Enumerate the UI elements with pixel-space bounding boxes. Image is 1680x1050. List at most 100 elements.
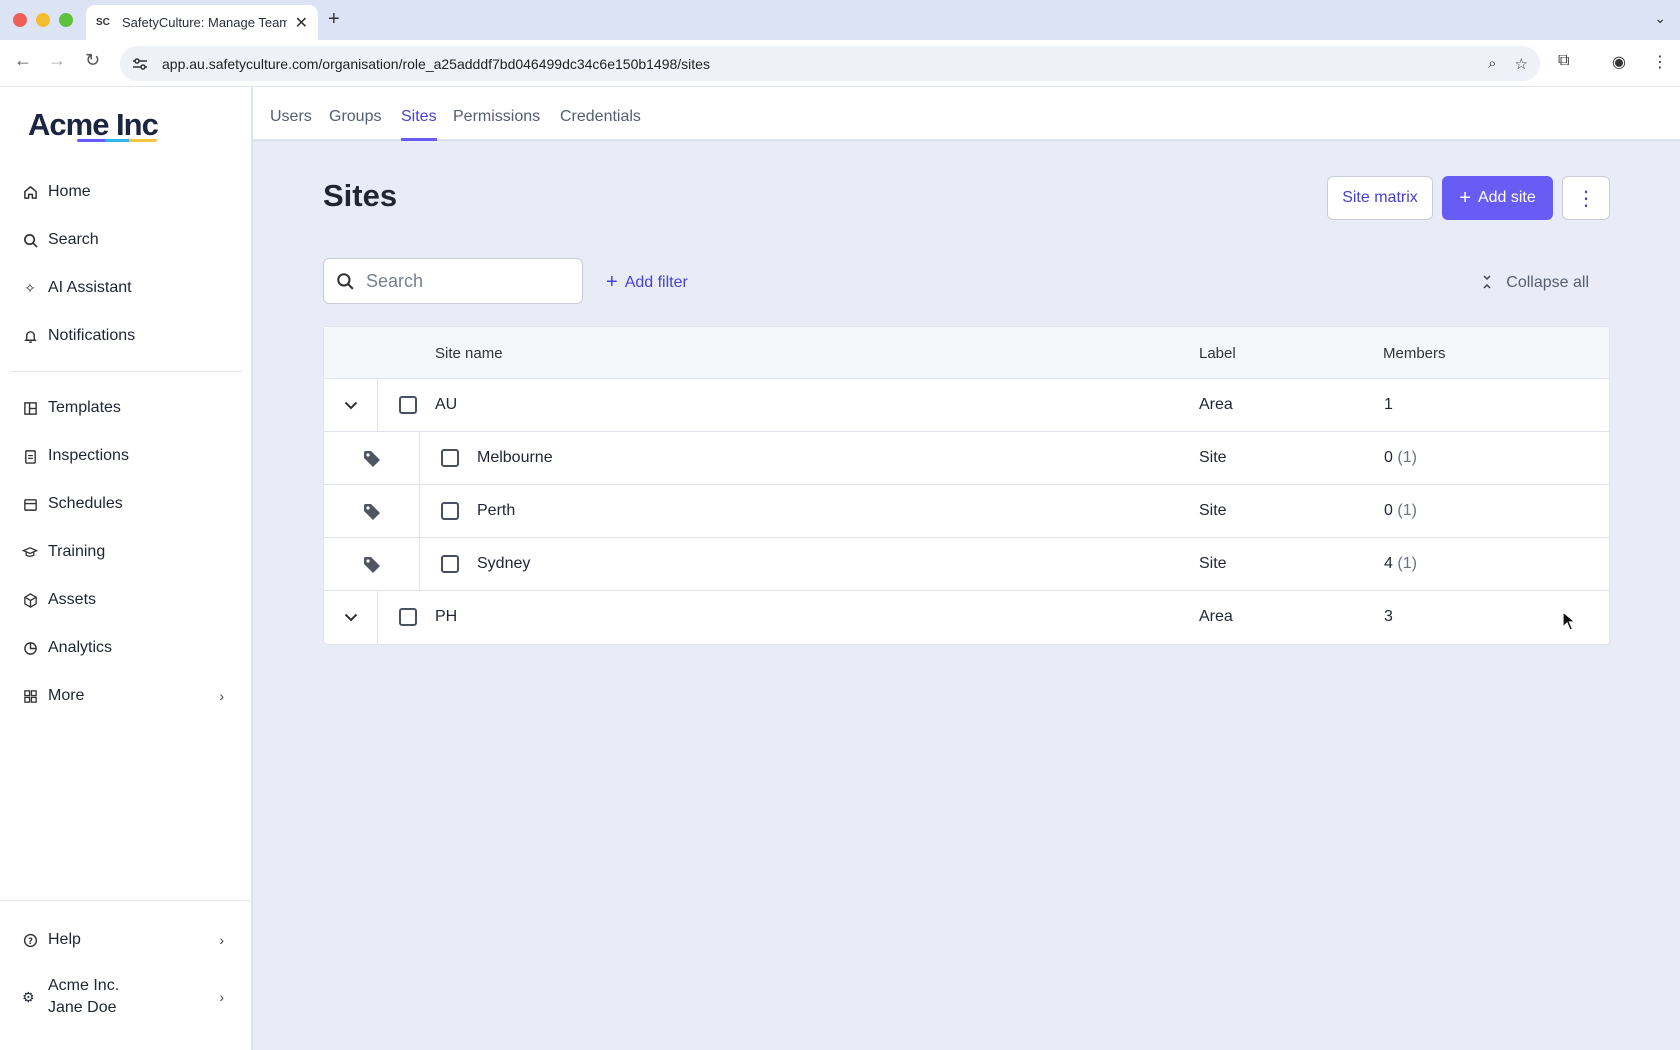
- sidebar-divider: [0, 900, 252, 901]
- browser-tab[interactable]: SC SafetyCulture: Manage Teams ✕: [86, 5, 318, 40]
- sidebar-item-schedules[interactable]: Schedules: [22, 489, 232, 519]
- more-options-button[interactable]: ⋮: [1562, 176, 1610, 220]
- add-filter-label: Add filter: [624, 273, 688, 291]
- sidebar-item-notifications[interactable]: Notifications: [22, 321, 232, 351]
- search-icon: [22, 232, 38, 248]
- expand-chevron-icon[interactable]: [324, 379, 378, 432]
- sidebar-item-training[interactable]: Training: [22, 537, 232, 567]
- sidebar-item-help[interactable]: ? Help ›: [22, 925, 232, 955]
- plus-icon: +: [606, 271, 618, 293]
- sidebar-item-more[interactable]: More ›: [22, 681, 232, 711]
- logo[interactable]: Acme Inc: [28, 107, 159, 143]
- site-matrix-button[interactable]: Site matrix: [1327, 176, 1433, 220]
- chevron-right-icon: ›: [219, 989, 224, 1005]
- members-count: 1: [1384, 396, 1393, 413]
- site-label: Site: [1199, 555, 1227, 572]
- tab-search-icon[interactable]: ⌄: [1654, 10, 1666, 27]
- reload-icon[interactable]: ↻: [85, 50, 100, 71]
- row-checkbox[interactable]: [441, 449, 459, 467]
- forward-icon[interactable]: →: [48, 50, 66, 71]
- sidebar-item-assets[interactable]: Assets: [22, 585, 232, 615]
- main-content: Sites Site matrix + Add site ⋮ + Add fil…: [253, 141, 1680, 1050]
- search-icon: [337, 273, 354, 290]
- site-label: Site: [1199, 449, 1227, 466]
- extensions-icon[interactable]: ⧉: [1558, 52, 1569, 70]
- new-tab-icon[interactable]: +: [328, 8, 340, 31]
- sidebar-item-templates[interactable]: Templates: [22, 393, 232, 423]
- row-checkbox[interactable]: [399, 608, 417, 626]
- table-row[interactable]: Sydney Site 4 (1): [324, 538, 1609, 591]
- search-field[interactable]: [323, 258, 583, 304]
- site-info-icon[interactable]: [132, 57, 148, 71]
- site-name[interactable]: AU: [435, 396, 457, 414]
- team-tabs: Users Groups Sites Permissions Credentia…: [253, 87, 1680, 141]
- sidebar-item-ai-assistant[interactable]: ✧ AI Assistant: [22, 273, 232, 303]
- column-header-site-name[interactable]: Site name: [435, 345, 503, 362]
- tab-sites[interactable]: Sites: [401, 108, 437, 141]
- kebab-menu-icon: ⋮: [1576, 187, 1596, 210]
- pie-chart-icon: [22, 640, 38, 656]
- sidebar-item-analytics[interactable]: Analytics: [22, 633, 232, 663]
- table-row[interactable]: Melbourne Site 0 (1): [324, 432, 1609, 485]
- help-icon: ?: [22, 932, 38, 948]
- column-header-members: Members: [1383, 345, 1446, 362]
- site-name[interactable]: Perth: [477, 502, 515, 520]
- zoom-icon[interactable]: ⌕: [1488, 55, 1496, 72]
- sidebar-item-home[interactable]: Home: [22, 177, 232, 207]
- profile-icon[interactable]: ◉: [1612, 52, 1626, 72]
- window-close-button[interactable]: [13, 13, 27, 27]
- row-checkbox[interactable]: [399, 396, 417, 414]
- sidebar-item-label: Home: [48, 183, 91, 200]
- calendar-icon: [22, 496, 38, 512]
- sidebar-item-label: Templates: [48, 399, 121, 416]
- add-filter-button[interactable]: + Add filter: [606, 271, 688, 294]
- site-label: Area: [1199, 608, 1233, 625]
- collapse-all-button[interactable]: Collapse all: [1482, 274, 1589, 292]
- site-name[interactable]: Sydney: [477, 555, 530, 573]
- tab-credentials[interactable]: Credentials: [560, 108, 641, 138]
- site-label: Site: [1199, 502, 1227, 519]
- add-site-button[interactable]: + Add site: [1442, 176, 1553, 220]
- tag-icon: [324, 432, 420, 485]
- row-checkbox[interactable]: [441, 555, 459, 573]
- search-input[interactable]: [366, 270, 566, 292]
- template-icon: [22, 400, 38, 416]
- tab-groups[interactable]: Groups: [329, 108, 381, 138]
- bookmark-star-icon[interactable]: ☆: [1515, 55, 1528, 73]
- sidebar-item-label: AI Assistant: [48, 279, 132, 296]
- inherited-members: (1): [1397, 555, 1417, 572]
- sparkle-icon: ✧: [24, 279, 36, 296]
- browser-menu-icon[interactable]: ⋮: [1652, 52, 1668, 72]
- members-count: 3: [1384, 608, 1393, 625]
- tab-close-icon[interactable]: ✕: [295, 13, 308, 33]
- tab-permissions[interactable]: Permissions: [453, 108, 540, 138]
- row-checkbox[interactable]: [441, 502, 459, 520]
- sidebar-item-label: Notifications: [48, 327, 136, 344]
- graduation-cap-icon: [22, 544, 38, 560]
- sidebar-item-label: Search: [48, 231, 99, 248]
- site-name[interactable]: Melbourne: [477, 449, 553, 467]
- logo-underline: [77, 139, 157, 142]
- table-row[interactable]: PH Area 3: [324, 591, 1609, 644]
- favicon-icon: SC: [96, 17, 110, 28]
- table-row[interactable]: AU Area 1: [324, 379, 1609, 432]
- site-members: 1: [1384, 396, 1393, 414]
- back-icon[interactable]: ←: [14, 50, 32, 71]
- window-maximize-button[interactable]: [59, 13, 73, 27]
- site-members: 3: [1384, 608, 1393, 626]
- expand-chevron-icon[interactable]: [324, 591, 378, 644]
- address-bar[interactable]: app.au.safetyculture.com/organisation/ro…: [120, 46, 1540, 81]
- tab-users[interactable]: Users: [270, 108, 312, 138]
- browser-tabbar: SC SafetyCulture: Manage Teams ✕ + ⌄: [0, 0, 1680, 40]
- plus-icon: +: [1459, 186, 1471, 209]
- sidebar-item-search[interactable]: Search: [22, 225, 232, 255]
- window-minimize-button[interactable]: [36, 13, 50, 27]
- svg-text:?: ?: [28, 935, 33, 945]
- sidebar-item-label: Analytics: [48, 639, 113, 656]
- site-name[interactable]: PH: [435, 608, 457, 626]
- sidebar-item-label: Training: [48, 543, 106, 560]
- org-switcher[interactable]: ⚙ Acme Inc. Jane Doe ›: [22, 975, 232, 1019]
- sidebar-item-inspections[interactable]: Inspections: [22, 441, 232, 471]
- table-row[interactable]: Perth Site 0 (1): [324, 485, 1609, 538]
- url-text: app.au.safetyculture.com/organisation/ro…: [162, 55, 710, 72]
